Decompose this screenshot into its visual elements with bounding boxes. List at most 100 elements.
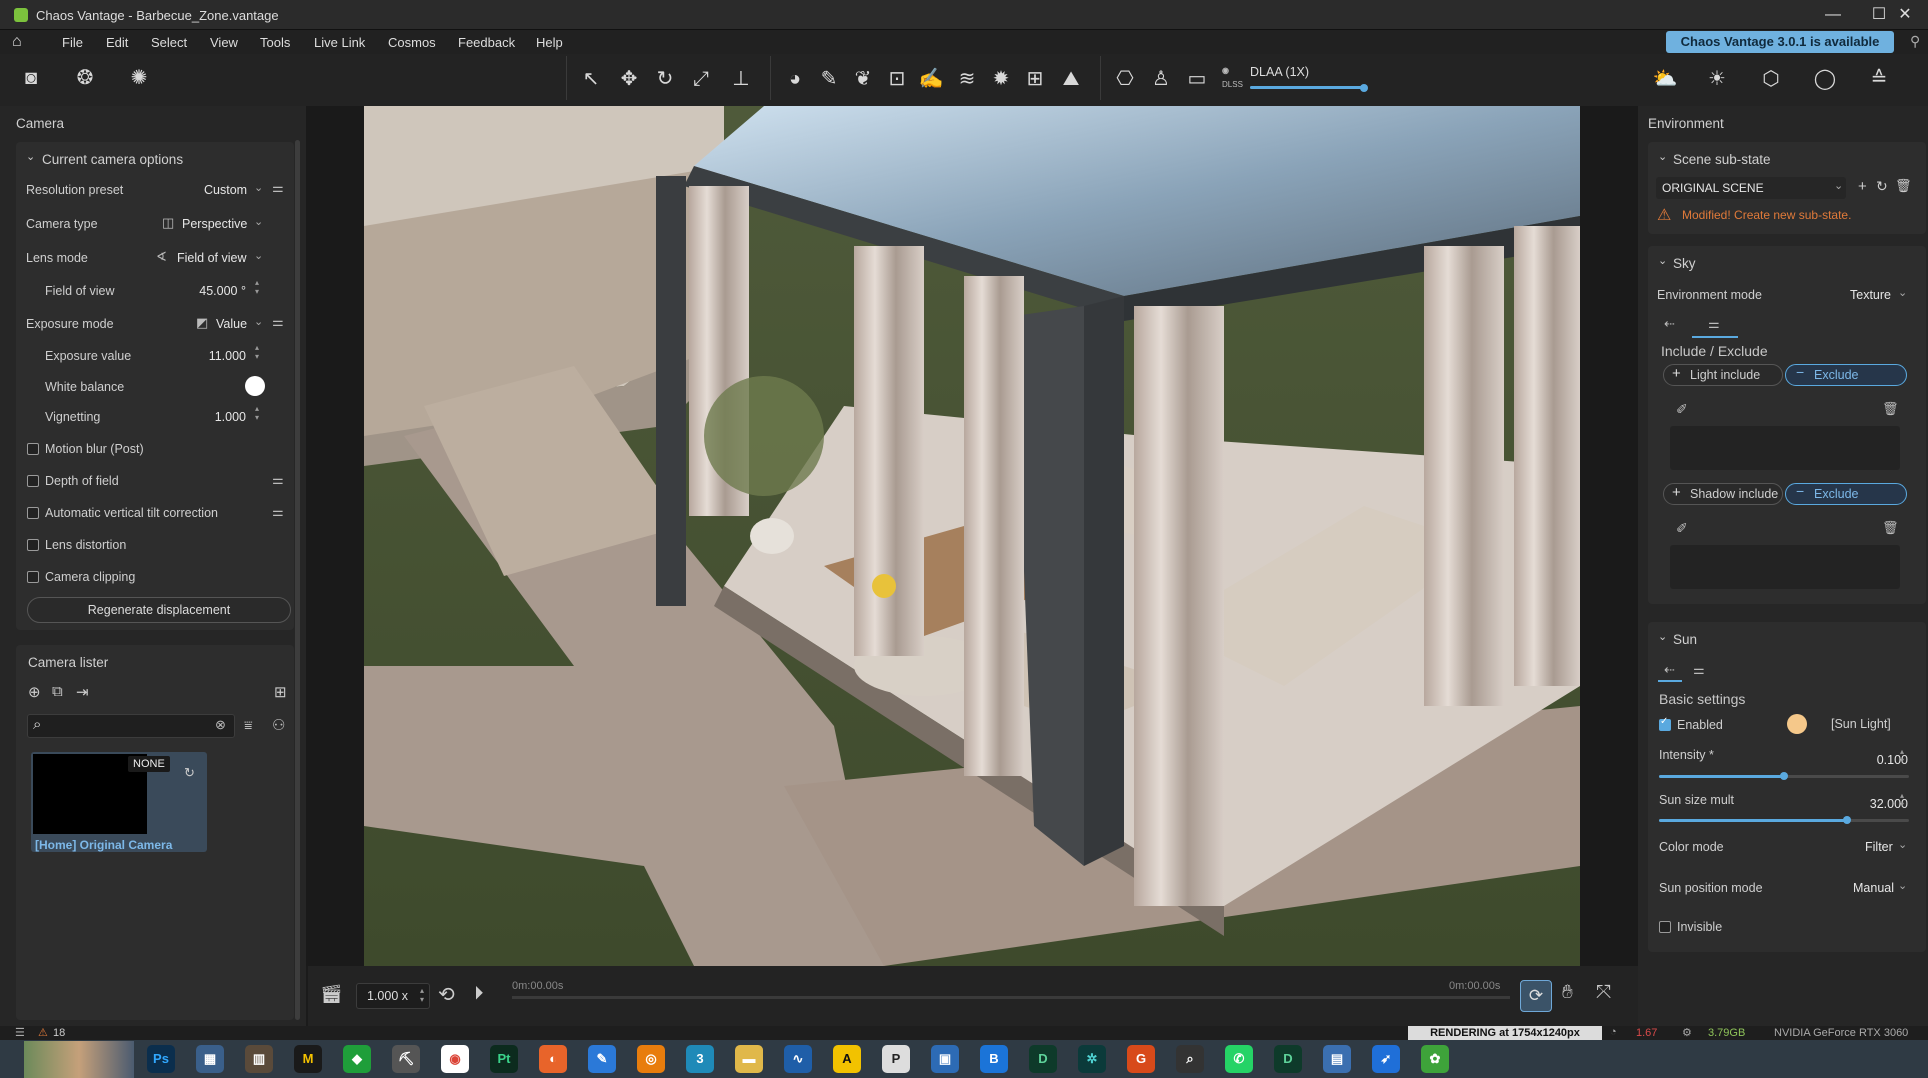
menu-feedback[interactable]: Feedback xyxy=(458,35,515,50)
invisible-checkbox[interactable] xyxy=(1659,921,1671,933)
render-viewport[interactable] xyxy=(364,106,1580,966)
dlss-slider-knob[interactable] xyxy=(1360,84,1368,92)
menu-live-link[interactable]: Live Link xyxy=(314,35,365,50)
motion-blur-checkbox[interactable] xyxy=(27,443,39,455)
materials-tab-icon[interactable]: ◯ xyxy=(1810,64,1840,94)
clear-search-icon[interactable]: ⊗ xyxy=(215,717,226,733)
vantage-app-icon[interactable]: ✿ xyxy=(1421,1045,1449,1073)
close-button[interactable]: ✕ xyxy=(1882,0,1928,30)
sun-color-swatch[interactable] xyxy=(1787,714,1807,734)
camera-panel-icon[interactable]: ◙ xyxy=(16,63,46,93)
chevron-down-icon[interactable]: ⌄ xyxy=(1658,150,1667,163)
menu-cosmos[interactable]: Cosmos xyxy=(388,35,436,50)
render-settings-icon[interactable]: ❂ xyxy=(70,63,100,93)
minimize-button[interactable]: — xyxy=(1810,0,1856,30)
vertical-tilt-checkbox[interactable] xyxy=(27,507,39,519)
scatter-tool-icon[interactable]: ❦ xyxy=(848,64,878,94)
delete-substate-icon[interactable]: 🗑︎ xyxy=(1895,178,1912,194)
settings-sliders-icon[interactable]: ⚌ xyxy=(272,314,284,330)
add-camera-icon[interactable]: ⊕ xyxy=(28,683,41,701)
material-picker-icon[interactable]: ◕ xyxy=(780,64,810,94)
autocad-icon[interactable]: A xyxy=(833,1045,861,1073)
quality-settings-icon[interactable]: ✺ xyxy=(124,63,154,93)
camera-type-dropdown[interactable]: Perspective xyxy=(182,217,247,231)
whatsapp-icon[interactable]: ✆ xyxy=(1225,1045,1253,1073)
settings-sliders-icon[interactable]: ⚌ xyxy=(272,180,284,196)
lights-tab-icon[interactable]: ☀ xyxy=(1702,64,1732,94)
environment-mode-dropdown[interactable]: Texture xyxy=(1850,288,1891,302)
m-app-icon[interactable]: M xyxy=(294,1045,322,1073)
green-app-icon[interactable]: ◆ xyxy=(343,1045,371,1073)
pan-hand-icon[interactable]: ✋︎ xyxy=(1562,982,1573,1004)
duplicate-camera-icon[interactable]: ⧉ xyxy=(52,683,63,700)
sun-position-mode-dropdown[interactable]: Manual xyxy=(1853,881,1894,895)
field-of-view-input[interactable]: 45.000 ° xyxy=(150,284,246,298)
move-tool-icon[interactable]: ✥ xyxy=(614,64,644,94)
eyedropper-icon[interactable]: ✐ xyxy=(1676,520,1688,537)
walk-mode-icon[interactable]: ♙ xyxy=(1146,64,1176,94)
filter-icon[interactable]: ⩸ xyxy=(244,717,253,734)
play-icon[interactable]: ⏵︎ xyxy=(474,983,484,1005)
menu-view[interactable]: View xyxy=(210,35,238,50)
file-explorer-icon[interactable]: ▬ xyxy=(735,1045,763,1073)
blender-icon[interactable]: ◎ xyxy=(637,1045,665,1073)
substate-warning-text[interactable]: Modified! Create new sub-state. xyxy=(1682,208,1851,222)
menu-tools[interactable]: Tools xyxy=(260,35,290,50)
environment-tab-icon[interactable]: ⛅ xyxy=(1650,64,1680,94)
terrain-tool-icon[interactable]: ⛰ xyxy=(1056,64,1086,94)
new-folder-icon[interactable]: ⊞ xyxy=(274,683,287,701)
screenshot-icon[interactable]: ⎔ xyxy=(1110,64,1140,94)
lens-mode-dropdown[interactable]: Field of view xyxy=(177,251,246,265)
spinner-arrows-icon[interactable]: ▴ ▾ xyxy=(255,278,259,296)
vignetting-input[interactable]: 1.000 xyxy=(150,410,246,424)
spinner-arrows-icon[interactable]: ▴ ▾ xyxy=(1900,747,1904,765)
advanced-tab-icon[interactable]: ⚌ xyxy=(1708,316,1720,332)
calculator-icon[interactable]: ▦ xyxy=(196,1045,224,1073)
chevron-down-icon[interactable]: ⌄ xyxy=(26,150,35,163)
eyedropper-icon[interactable]: ✐ xyxy=(1676,401,1688,418)
sun-header[interactable]: Sun xyxy=(1673,632,1697,647)
dlss-mode-label[interactable]: DLAA (1X) xyxy=(1250,65,1309,79)
sun-size-input[interactable]: 32.000 xyxy=(1830,797,1908,811)
graph-app-icon[interactable]: ∿ xyxy=(784,1045,812,1073)
spinner-arrows-icon[interactable]: ▴ ▾ xyxy=(420,986,424,1004)
sun-light-label[interactable]: [Sun Light] xyxy=(1831,717,1891,731)
left-scrollbar[interactable] xyxy=(295,140,300,1020)
chevron-down-icon[interactable]: ⌄ xyxy=(1658,254,1667,267)
menu-help[interactable]: Help xyxy=(536,35,563,50)
scale-tool-icon[interactable]: ⤢ xyxy=(686,64,716,94)
brush-tool-icon[interactable]: ✍ xyxy=(916,64,946,94)
teal-app-icon[interactable]: ✲ xyxy=(1078,1045,1106,1073)
light-tool-icon[interactable]: ✹ xyxy=(986,64,1016,94)
chevron-down-icon[interactable]: ⌄ xyxy=(1658,630,1667,643)
shadow-include-list[interactable] xyxy=(1670,545,1900,589)
trash-icon[interactable]: 🗑︎ xyxy=(1882,520,1899,536)
add-substate-icon[interactable]: + xyxy=(1858,178,1867,195)
sun-size-slider-knob[interactable] xyxy=(1843,816,1851,824)
advanced-tab-icon[interactable]: ⚌ xyxy=(1693,662,1705,678)
search-app-icon[interactable]: ⌕ xyxy=(1176,1045,1204,1073)
exposure-mode-dropdown[interactable]: Value xyxy=(216,317,247,331)
refresh-substate-icon[interactable]: ↻ xyxy=(1876,178,1888,195)
intensity-input[interactable]: 0.100 xyxy=(1830,753,1908,767)
rotate-tool-icon[interactable]: ↻ xyxy=(650,64,680,94)
trash-icon[interactable]: 🗑︎ xyxy=(1882,401,1899,417)
exposure-value-input[interactable]: 11.000 xyxy=(150,349,246,363)
lens-distortion-checkbox[interactable] xyxy=(27,539,39,551)
photoshop-icon[interactable]: Ps xyxy=(147,1045,175,1073)
edit-object-icon[interactable]: ⊡ xyxy=(882,64,912,94)
color-mode-dropdown[interactable]: Filter xyxy=(1865,840,1893,854)
spinner-arrows-icon[interactable]: ▴ ▾ xyxy=(1900,791,1904,809)
warning-icon[interactable]: ⚠ xyxy=(38,1026,48,1039)
display-icon[interactable]: ▭ xyxy=(1182,64,1212,94)
b-app-icon[interactable]: B xyxy=(980,1045,1008,1073)
import-camera-icon[interactable]: ⇥ xyxy=(76,683,89,701)
pin-icon[interactable]: ⚲ xyxy=(1910,33,1920,50)
fly-mode-icon[interactable]: ⤧ xyxy=(1596,982,1611,1004)
sky-header[interactable]: Sky xyxy=(1673,256,1696,271)
pivot-tool-icon[interactable]: ⊥ xyxy=(726,64,756,94)
objects-tab-icon[interactable]: ⬡ xyxy=(1756,64,1786,94)
basic-tab-icon[interactable]: ⇠ xyxy=(1664,316,1675,332)
basic-tab-icon[interactable]: ⇠ xyxy=(1664,662,1675,678)
menu-edit[interactable]: Edit xyxy=(106,35,128,50)
